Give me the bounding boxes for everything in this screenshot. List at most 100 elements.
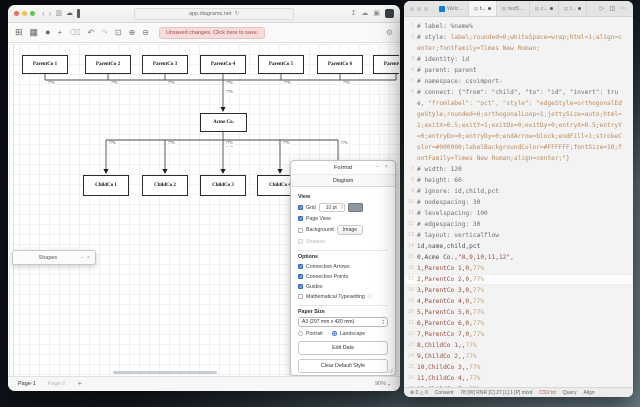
share-icon[interactable]: ↥ <box>351 10 357 17</box>
grid-color-swatch[interactable] <box>348 203 363 212</box>
settings-icon[interactable]: ⚙ <box>386 28 393 37</box>
download-icon[interactable]: ☁ <box>361 10 368 17</box>
clear-default-style-button[interactable]: Clear Default Style <box>298 359 388 373</box>
tab-diagram[interactable]: Diagram <box>291 174 395 187</box>
run-icon[interactable]: ▷ <box>600 5 605 12</box>
grid-checkbox[interactable] <box>298 205 303 210</box>
code-line[interactable]: 227,ParentCo 7,0,77% <box>404 329 633 340</box>
code-line[interactable]: 3# identity: id <box>404 54 633 65</box>
parent-node[interactable]: ParentCo 5 <box>258 55 304 74</box>
zoom-window-button[interactable] <box>30 11 35 16</box>
extension-icon[interactable] <box>77 9 80 18</box>
image-button[interactable]: Image <box>337 225 363 235</box>
code-line[interactable]: 5# namespace: csvimport- <box>404 76 633 87</box>
edit-data-button[interactable]: Edit Data <box>298 341 388 355</box>
shapes-panel[interactable]: Shapes – × <box>12 250 96 265</box>
code-line[interactable]: 205,ParentCo 5,0,77% <box>404 307 633 318</box>
page-tab-2[interactable]: Page-2 <box>48 381 66 387</box>
forward-icon[interactable]: › <box>49 10 52 18</box>
portrait-radio[interactable] <box>298 331 303 336</box>
split-editor-icon[interactable]: ◫ <box>609 5 615 12</box>
parent-node[interactable]: ParentCo 4 <box>200 55 246 74</box>
stepper-icon[interactable]: ▴▾ <box>341 204 343 210</box>
page-view-checkbox[interactable] <box>298 216 303 221</box>
status-item-2[interactable]: Align <box>583 390 594 396</box>
code-line[interactable]: 12# edgespacing: 30 <box>404 219 633 230</box>
zoom-window-button[interactable] <box>424 7 428 11</box>
add-page-button[interactable]: + <box>78 380 83 388</box>
root-node[interactable]: Acme Co. <box>200 113 247 132</box>
code-line[interactable]: 1# label: %name% <box>404 21 633 32</box>
close-window-button[interactable] <box>14 11 19 16</box>
grid-size-input[interactable]: 10 pt ▴▾ <box>319 203 345 212</box>
code-line[interactable]: 6# connect: {"from": "child", "to": "id"… <box>404 87 633 164</box>
editor-tab-4[interactable]: ▤c... <box>530 1 559 16</box>
editor-tab-1[interactable]: Welc... <box>434 1 469 16</box>
undo-icon[interactable]: ↶ <box>87 29 94 37</box>
redo-icon[interactable]: ↷ <box>101 29 108 37</box>
branch-status[interactable]: Consent <box>435 390 454 396</box>
close-window-button[interactable] <box>410 7 414 11</box>
parent-node[interactable]: ParentCo 2 <box>85 55 131 74</box>
problems-status[interactable]: ⊗ 0 △ 0 <box>410 390 428 396</box>
code-line[interactable]: 150,Acme Co.,"8,9,10,11,12", <box>404 252 633 263</box>
back-icon[interactable]: ‹ <box>42 10 45 18</box>
add-shape-icon[interactable]: + <box>58 29 63 37</box>
diagram-canvas[interactable]: ParentCo 1 ParentCo 2 ParentCo 3 ParentCo 4… <box>9 44 399 376</box>
more-actions-icon[interactable]: ⋯ <box>620 5 626 12</box>
code-line[interactable]: 14id,name,child,pct <box>404 241 633 252</box>
horizontal-scrollbar[interactable] <box>113 371 217 374</box>
code-line[interactable]: 161,ParentCo 1,0,77% <box>404 263 633 274</box>
zoom-in-icon[interactable]: ⊕ <box>129 29 136 37</box>
child-node[interactable]: ChildCo 1 <box>83 175 129 196</box>
code-line[interactable]: 9# ignore: id,child,pct <box>404 186 633 197</box>
zoom-out-icon[interactable]: ⊖ <box>142 29 149 37</box>
guides-checkbox[interactable] <box>298 284 303 289</box>
parent-node[interactable]: ParentCo 1 <box>22 55 68 74</box>
code-editor[interactable]: 1# label: %name%2# style: label;rounded=… <box>404 18 633 387</box>
code-line[interactable]: 2611,ChildCo 4,,77% <box>404 373 633 384</box>
code-line[interactable]: 11# levelspacing: 100 <box>404 208 633 219</box>
unsaved-changes-banner[interactable]: Unsaved changes. Click here to save. <box>159 27 265 39</box>
code-line[interactable]: 172,ParentCo 2,0,77% <box>404 274 633 285</box>
status-item-1[interactable]: Query <box>563 390 577 396</box>
page-tab-1[interactable]: Page-1 <box>18 381 36 387</box>
minimize-window-button[interactable] <box>22 11 27 16</box>
child-node[interactable]: ChildCo 3 <box>200 175 246 196</box>
connection-arrows-checkbox[interactable] <box>298 264 303 269</box>
window-controls[interactable] <box>404 1 434 16</box>
refresh-icon[interactable]: ↻ <box>234 10 239 17</box>
background-checkbox[interactable] <box>298 228 303 233</box>
editor-stats[interactable]: 78 [W] RNR [C] 27 [L] 1 [P] mixd <box>460 390 532 396</box>
profile-avatar[interactable] <box>385 9 394 18</box>
math-typesetting-checkbox[interactable] <box>298 294 303 299</box>
parent-node[interactable]: ParentCo 3 <box>142 55 188 74</box>
address-bar[interactable]: app.diagrams.net ↻ <box>134 8 294 20</box>
code-line[interactable]: 8# height: 60 <box>404 175 633 186</box>
freehand-icon[interactable]: ● <box>45 28 50 37</box>
window-controls[interactable] <box>14 11 35 16</box>
connection-points-checkbox[interactable] <box>298 274 303 279</box>
zoom-control[interactable]: 90% ▾ <box>375 381 390 387</box>
fit-page-icon[interactable]: ⊡ <box>115 29 122 37</box>
parent-node[interactable]: ParentCo 7 <box>373 55 399 74</box>
editor-tab-5[interactable]: ▤t... <box>559 1 587 16</box>
code-line[interactable]: 7# width: 120 <box>404 164 633 175</box>
parent-node[interactable]: ParentCo 6 <box>317 55 363 74</box>
code-line[interactable]: 238,ChildCo 1,,77% <box>404 340 633 351</box>
panel-resize-handle[interactable] <box>387 367 393 373</box>
editor-tab-3[interactable]: ▤test5... <box>497 1 530 16</box>
sidebar-icon[interactable]: ▥ <box>55 10 62 17</box>
view-icon[interactable]: ⊞ <box>15 28 23 37</box>
landscape-radio[interactable] <box>332 331 337 336</box>
code-line[interactable]: 2# style: label;rounded=0;whiteSpace=wra… <box>404 32 633 54</box>
cloud-icon[interactable]: ☁ <box>66 10 73 17</box>
panel-window-icons[interactable]: – × <box>376 164 390 170</box>
file-type-status[interactable]: CSV.txt <box>539 390 556 396</box>
code-line[interactable]: 13# layout: verticalflow <box>404 230 633 241</box>
close-icon[interactable]: × <box>87 255 90 261</box>
info-icon[interactable]: ⓘ <box>368 293 373 300</box>
code-line[interactable]: 4# parent: parent <box>404 65 633 76</box>
editor-tab-2[interactable]: ▤t... <box>469 1 497 16</box>
delete-icon[interactable]: ⌫ <box>69 29 80 37</box>
